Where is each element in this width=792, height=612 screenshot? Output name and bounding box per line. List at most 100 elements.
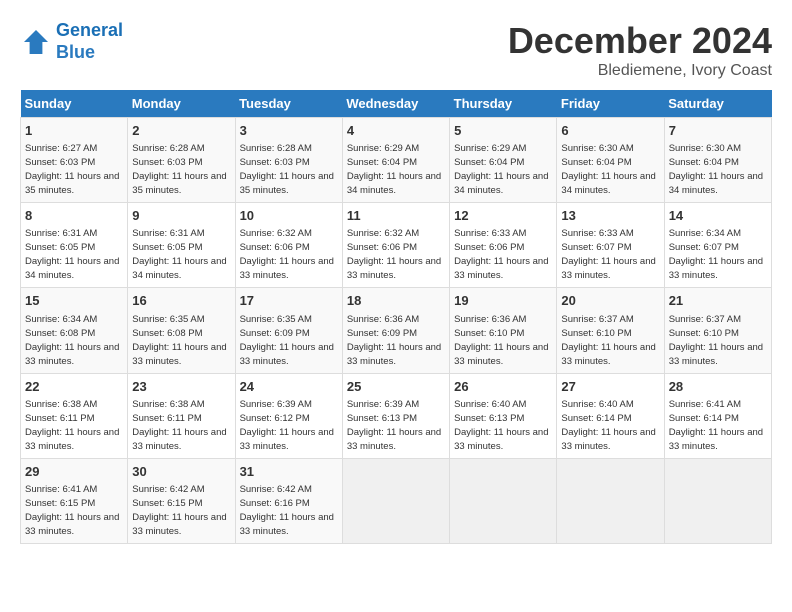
day-number: 31 xyxy=(240,463,338,481)
day-info: Sunrise: 6:41 AMSunset: 6:15 PMDaylight:… xyxy=(25,484,119,537)
calendar-cell: 3Sunrise: 6:28 AMSunset: 6:03 PMDaylight… xyxy=(235,118,342,203)
calendar-cell: 15 Sunrise: 6:34 AMSunset: 6:08 PMDayligh… xyxy=(21,288,128,373)
day-number: 18 xyxy=(347,292,445,310)
day-number: 1 xyxy=(25,122,123,140)
day-number: 15 xyxy=(25,292,123,310)
day-info: Sunrise: 6:29 AMSunset: 6:04 PMDaylight:… xyxy=(454,143,548,196)
page-header: General Blue December 2024 Blediemene, I… xyxy=(20,20,772,80)
calendar-cell xyxy=(557,458,664,543)
calendar-row-5: 29 Sunrise: 6:41 AMSunset: 6:15 PMDayligh… xyxy=(21,458,772,543)
header-wednesday: Wednesday xyxy=(342,90,449,118)
header-thursday: Thursday xyxy=(450,90,557,118)
calendar-cell: 2Sunrise: 6:28 AMSunset: 6:03 PMDaylight… xyxy=(128,118,235,203)
calendar-cell: 13 Sunrise: 6:33 AMSunset: 6:07 PMDayligh… xyxy=(557,203,664,288)
calendar-cell: 11 Sunrise: 6:32 AMSunset: 6:06 PMDayligh… xyxy=(342,203,449,288)
calendar-cell: 4 Sunrise: 6:29 AMSunset: 6:04 PMDaylight… xyxy=(342,118,449,203)
day-number: 30 xyxy=(132,463,230,481)
day-info: Sunrise: 6:38 AMSunset: 6:11 PMDaylight:… xyxy=(25,399,119,452)
calendar-row-2: 8 Sunrise: 6:31 AMSunset: 6:05 PMDaylight… xyxy=(21,203,772,288)
calendar-cell: 29 Sunrise: 6:41 AMSunset: 6:15 PMDayligh… xyxy=(21,458,128,543)
day-number: 13 xyxy=(561,207,659,225)
calendar-cell: 27 Sunrise: 6:40 AMSunset: 6:14 PMDayligh… xyxy=(557,373,664,458)
day-info: Sunrise: 6:42 AMSunset: 6:16 PMDaylight:… xyxy=(240,484,334,537)
calendar-cell: 20Sunrise: 6:37 AMSunset: 6:10 PMDayligh… xyxy=(557,288,664,373)
day-number: 19 xyxy=(454,292,552,310)
day-info: Sunrise: 6:35 AMSunset: 6:08 PMDaylight:… xyxy=(132,314,226,367)
header-saturday: Saturday xyxy=(664,90,771,118)
title-area: December 2024 Blediemene, Ivory Coast xyxy=(508,20,772,80)
day-info: Sunrise: 6:40 AMSunset: 6:13 PMDaylight:… xyxy=(454,399,548,452)
calendar-cell: 24Sunrise: 6:39 AMSunset: 6:12 PMDayligh… xyxy=(235,373,342,458)
day-number: 4 xyxy=(347,122,445,140)
day-number: 5 xyxy=(454,122,552,140)
calendar-cell: 1Sunrise: 6:27 AMSunset: 6:03 PMDaylight… xyxy=(21,118,128,203)
logo-line1: General xyxy=(56,20,123,40)
day-number: 9 xyxy=(132,207,230,225)
day-number: 29 xyxy=(25,463,123,481)
day-info: Sunrise: 6:33 AMSunset: 6:06 PMDaylight:… xyxy=(454,228,548,281)
header-sunday: Sunday xyxy=(21,90,128,118)
day-number: 12 xyxy=(454,207,552,225)
calendar-cell: 14Sunrise: 6:34 AMSunset: 6:07 PMDayligh… xyxy=(664,203,771,288)
day-number: 10 xyxy=(240,207,338,225)
day-info: Sunrise: 6:28 AMSunset: 6:03 PMDaylight:… xyxy=(240,143,334,196)
calendar-cell: 9 Sunrise: 6:31 AMSunset: 6:05 PMDaylight… xyxy=(128,203,235,288)
calendar-cell: 25 Sunrise: 6:39 AMSunset: 6:13 PMDayligh… xyxy=(342,373,449,458)
calendar-cell: 21Sunrise: 6:37 AMSunset: 6:10 PMDayligh… xyxy=(664,288,771,373)
day-number: 22 xyxy=(25,378,123,396)
calendar-cell: 22 Sunrise: 6:38 AMSunset: 6:11 PMDayligh… xyxy=(21,373,128,458)
calendar-row-3: 15 Sunrise: 6:34 AMSunset: 6:08 PMDayligh… xyxy=(21,288,772,373)
location-title: Blediemene, Ivory Coast xyxy=(508,62,772,80)
day-info: Sunrise: 6:31 AMSunset: 6:05 PMDaylight:… xyxy=(25,228,119,281)
header-monday: Monday xyxy=(128,90,235,118)
day-number: 25 xyxy=(347,378,445,396)
calendar-cell: 5 Sunrise: 6:29 AMSunset: 6:04 PMDaylight… xyxy=(450,118,557,203)
day-info: Sunrise: 6:39 AMSunset: 6:13 PMDaylight:… xyxy=(347,399,441,452)
day-number: 8 xyxy=(25,207,123,225)
calendar-cell xyxy=(342,458,449,543)
calendar-header-row: SundayMondayTuesdayWednesdayThursdayFrid… xyxy=(21,90,772,118)
day-number: 7 xyxy=(669,122,767,140)
day-number: 17 xyxy=(240,292,338,310)
logo: General Blue xyxy=(20,20,123,63)
day-number: 27 xyxy=(561,378,659,396)
day-info: Sunrise: 6:34 AMSunset: 6:08 PMDaylight:… xyxy=(25,314,119,367)
day-info: Sunrise: 6:42 AMSunset: 6:15 PMDaylight:… xyxy=(132,484,226,537)
day-info: Sunrise: 6:41 AMSunset: 6:14 PMDaylight:… xyxy=(669,399,763,452)
day-number: 11 xyxy=(347,207,445,225)
logo-icon xyxy=(20,26,52,58)
logo-text: General Blue xyxy=(56,20,123,63)
day-info: Sunrise: 6:37 AMSunset: 6:10 PMDaylight:… xyxy=(561,314,655,367)
day-info: Sunrise: 6:31 AMSunset: 6:05 PMDaylight:… xyxy=(132,228,226,281)
day-number: 26 xyxy=(454,378,552,396)
day-number: 24 xyxy=(240,378,338,396)
header-friday: Friday xyxy=(557,90,664,118)
day-info: Sunrise: 6:29 AMSunset: 6:04 PMDaylight:… xyxy=(347,143,441,196)
calendar-cell: 8 Sunrise: 6:31 AMSunset: 6:05 PMDaylight… xyxy=(21,203,128,288)
calendar-cell: 26 Sunrise: 6:40 AMSunset: 6:13 PMDayligh… xyxy=(450,373,557,458)
day-info: Sunrise: 6:36 AMSunset: 6:09 PMDaylight:… xyxy=(347,314,441,367)
calendar-cell: 31 Sunrise: 6:42 AMSunset: 6:16 PMDayligh… xyxy=(235,458,342,543)
calendar-cell: 12 Sunrise: 6:33 AMSunset: 6:06 PMDayligh… xyxy=(450,203,557,288)
calendar-cell: 10Sunrise: 6:32 AMSunset: 6:06 PMDayligh… xyxy=(235,203,342,288)
day-info: Sunrise: 6:38 AMSunset: 6:11 PMDaylight:… xyxy=(132,399,226,452)
calendar-cell: 28Sunrise: 6:41 AMSunset: 6:14 PMDayligh… xyxy=(664,373,771,458)
day-number: 23 xyxy=(132,378,230,396)
day-number: 16 xyxy=(132,292,230,310)
calendar-row-1: 1Sunrise: 6:27 AMSunset: 6:03 PMDaylight… xyxy=(21,118,772,203)
day-info: Sunrise: 6:30 AMSunset: 6:04 PMDaylight:… xyxy=(669,143,763,196)
day-number: 6 xyxy=(561,122,659,140)
day-info: Sunrise: 6:30 AMSunset: 6:04 PMDaylight:… xyxy=(561,143,655,196)
calendar-row-4: 22 Sunrise: 6:38 AMSunset: 6:11 PMDayligh… xyxy=(21,373,772,458)
calendar-cell xyxy=(450,458,557,543)
calendar-cell: 17Sunrise: 6:35 AMSunset: 6:09 PMDayligh… xyxy=(235,288,342,373)
calendar-cell: 16 Sunrise: 6:35 AMSunset: 6:08 PMDayligh… xyxy=(128,288,235,373)
calendar-cell: 19Sunrise: 6:36 AMSunset: 6:10 PMDayligh… xyxy=(450,288,557,373)
day-info: Sunrise: 6:40 AMSunset: 6:14 PMDaylight:… xyxy=(561,399,655,452)
day-info: Sunrise: 6:33 AMSunset: 6:07 PMDaylight:… xyxy=(561,228,655,281)
calendar-cell xyxy=(664,458,771,543)
day-info: Sunrise: 6:34 AMSunset: 6:07 PMDaylight:… xyxy=(669,228,763,281)
calendar-table: SundayMondayTuesdayWednesdayThursdayFrid… xyxy=(20,90,772,544)
header-tuesday: Tuesday xyxy=(235,90,342,118)
day-info: Sunrise: 6:32 AMSunset: 6:06 PMDaylight:… xyxy=(347,228,441,281)
